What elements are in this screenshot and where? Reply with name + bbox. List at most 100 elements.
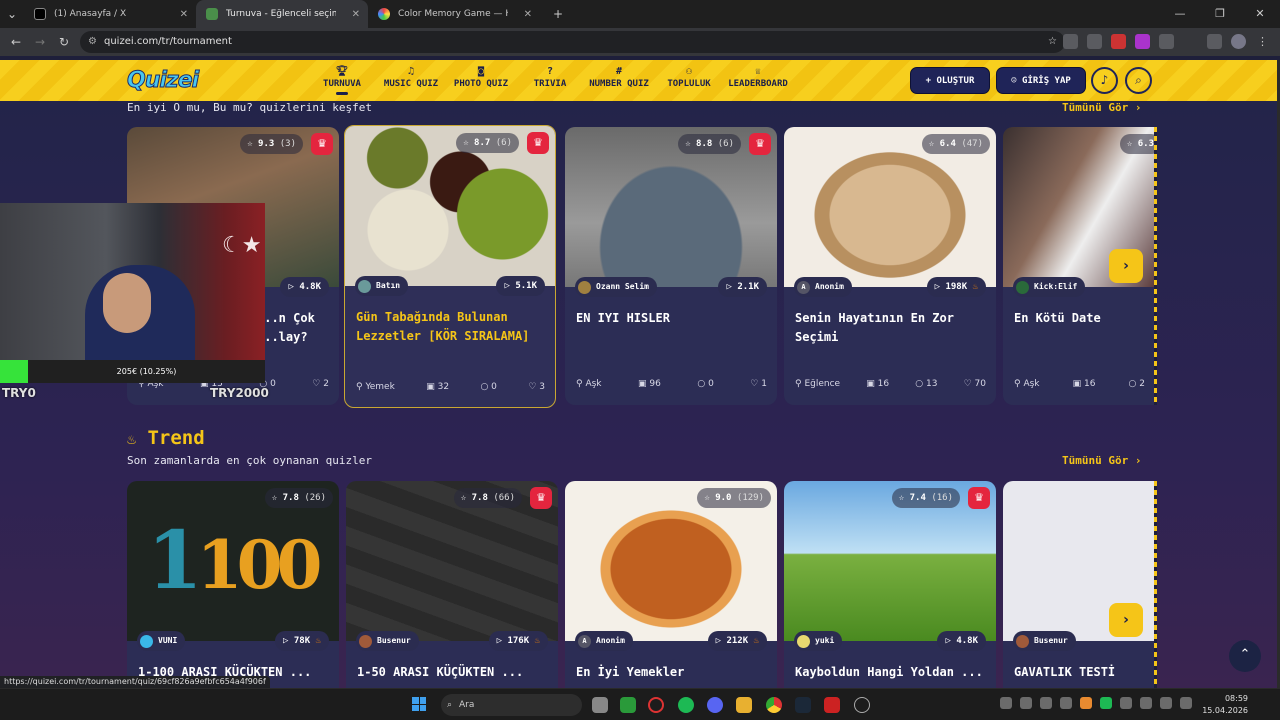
site-info-icon[interactable]: ⚙ bbox=[88, 31, 97, 53]
bookmark-star-icon[interactable]: ☆ bbox=[1048, 31, 1057, 53]
reading-list-icon[interactable] bbox=[1207, 34, 1222, 49]
taskbar-clock[interactable]: 08:59 15.04.2026 bbox=[1202, 693, 1248, 717]
nav-music-quiz[interactable]: ♫ MUSIC QUIZ bbox=[382, 66, 440, 89]
author-chip[interactable]: Kick:Elif bbox=[1013, 277, 1086, 297]
close-tab-icon[interactable]: ✕ bbox=[180, 9, 188, 20]
quiz-card[interactable]: ☆ 7.4 (16) ♛ yuki ▷ 4.8K Kayboldun Hangi… bbox=[784, 481, 996, 688]
volume-icon[interactable] bbox=[1180, 697, 1192, 709]
extension-icon[interactable] bbox=[1087, 34, 1102, 49]
nav-trivia[interactable]: ? TRIVIA bbox=[532, 66, 568, 89]
steam-icon[interactable] bbox=[795, 697, 811, 713]
author-chip[interactable]: Busenur bbox=[1013, 631, 1076, 651]
section2-see-all-link[interactable]: Tümünü Gör › bbox=[1062, 454, 1141, 467]
create-button[interactable]: + OLUŞTUR bbox=[910, 67, 990, 94]
tab-twitter[interactable]: (1) Anasayfa / X ✕ bbox=[24, 0, 196, 28]
new-tab-icon[interactable]: + bbox=[546, 7, 570, 21]
profile-avatar[interactable] bbox=[1231, 34, 1246, 49]
quiz-cover-image bbox=[345, 126, 555, 286]
quiz-card[interactable]: ☆ 7.8 (66) ♛ Busenur ▷ 176K ♨ 1-50 ARASI… bbox=[346, 481, 558, 688]
hash-icon: # bbox=[615, 66, 623, 77]
quiz-title: Kayboldun Hangi Yoldan ... bbox=[795, 665, 983, 679]
task-view-icon[interactable] bbox=[592, 697, 608, 713]
crown-icon[interactable]: ♛ bbox=[749, 133, 771, 155]
discord-icon[interactable] bbox=[707, 697, 723, 713]
quiz-card[interactable]: ☆ 9.0 (129) A Anonim ▷ 212K ♨ En İyi Yeme… bbox=[565, 481, 777, 688]
more-menu-icon[interactable]: ⋮ bbox=[1255, 34, 1270, 49]
reload-icon[interactable]: ↻ bbox=[52, 35, 76, 49]
carousel-next-button[interactable]: › bbox=[1109, 603, 1143, 637]
category-label: ⚲ Aşk bbox=[576, 379, 602, 389]
extension-icon[interactable] bbox=[1063, 34, 1078, 49]
close-window-icon[interactable]: ✕ bbox=[1240, 0, 1280, 28]
quiz-card-footer: ⚲ Aşk ▣ 96 ○ 0 ♡ 1 bbox=[576, 379, 767, 389]
file-explorer-icon[interactable] bbox=[736, 697, 752, 713]
maximize-icon[interactable]: ❐ bbox=[1200, 0, 1240, 28]
quiz-card[interactable]: ☆ 6.4 (47) A Anonim ▷ 198K ♨ Senin Hayatı… bbox=[784, 127, 996, 405]
category-label: ⚲ Eğlence bbox=[795, 379, 841, 389]
author-chip[interactable]: Ozann Selim bbox=[575, 277, 657, 297]
mic-icon[interactable] bbox=[1140, 697, 1152, 709]
tray-icon[interactable] bbox=[1080, 697, 1092, 709]
tab-list-icon[interactable]: ⌄ bbox=[0, 7, 24, 21]
tray-chevron-icon[interactable] bbox=[1000, 697, 1012, 709]
tab-color-memory[interactable]: Color Memory Game — How W ✕ bbox=[368, 0, 540, 28]
puzzle-icon[interactable] bbox=[1159, 34, 1174, 49]
crown-icon[interactable]: ♛ bbox=[311, 133, 333, 155]
nav-number-quiz[interactable]: # NUMBER QUIZ bbox=[587, 66, 651, 89]
quiz-cover-image bbox=[784, 481, 996, 641]
network-icon[interactable] bbox=[1160, 697, 1172, 709]
crown-icon[interactable]: ♛ bbox=[530, 487, 552, 509]
nav-leaderboard[interactable]: ♕ LEADERBOARD bbox=[726, 66, 790, 89]
taskbar-search[interactable]: ⌕ Ara bbox=[441, 694, 582, 716]
crown-icon[interactable]: ♛ bbox=[968, 487, 990, 509]
quiz-card[interactable]: ☆ 8.8 (6) ♛ Ozann Selim ▷ 2.1K EN IYI HI… bbox=[565, 127, 777, 405]
spotify-icon[interactable] bbox=[678, 697, 694, 713]
author-chip[interactable]: Busenur bbox=[356, 631, 419, 651]
fire-icon: ♨ bbox=[972, 282, 978, 292]
login-button[interactable]: ☺ GİRİŞ YAP bbox=[996, 67, 1086, 94]
url-input[interactable]: ⚙ quizei.com/tr/tournament ☆ bbox=[80, 31, 1065, 53]
back-icon[interactable]: ← bbox=[4, 35, 28, 49]
site-logo[interactable]: Quizei bbox=[126, 68, 199, 94]
rating-badge: ☆ 8.8 (6) bbox=[678, 134, 741, 154]
nav-topluluk[interactable]: ⚇ TOPLULUK bbox=[666, 66, 712, 89]
questions-count: ▣ 96 bbox=[638, 379, 661, 389]
quiz-card[interactable]: 1100 ☆ 7.8 (26) VUNI ▷ 78K ♨ 1-100 ARASI… bbox=[127, 481, 339, 688]
author-chip[interactable]: A Anonim bbox=[794, 277, 852, 297]
tray-icon[interactable] bbox=[1040, 697, 1052, 709]
author-chip[interactable]: yuki bbox=[794, 631, 843, 651]
quiz-card[interactable]: Busenur GAVATLIK TESTİ bbox=[1003, 481, 1155, 688]
app-icon[interactable] bbox=[620, 697, 636, 713]
section1-see-all-link[interactable]: Tümünü Gör › bbox=[1062, 101, 1141, 114]
tray-icon[interactable] bbox=[1020, 697, 1032, 709]
quiz-card-footer: ⚲ Aşk ▣ 16 ○ 2 bbox=[1014, 379, 1145, 389]
minimize-icon[interactable]: — bbox=[1160, 0, 1200, 28]
notification-bell-icon[interactable]: ♪ bbox=[1091, 67, 1118, 94]
author-chip[interactable]: VUNI bbox=[137, 631, 186, 651]
extension-icon[interactable] bbox=[1135, 34, 1150, 49]
tray-icon[interactable] bbox=[1100, 697, 1112, 709]
crown-icon[interactable]: ♛ bbox=[527, 132, 549, 154]
windows-start-icon[interactable] bbox=[412, 697, 426, 711]
quiz-card[interactable]: ☆ 8.7 (6) ♛ Batın ▷ 5.1K Gün Tabağında B… bbox=[344, 125, 556, 408]
search-icon[interactable]: ⌕ bbox=[1125, 67, 1152, 94]
nav-turnuva[interactable]: 🏆︎ TURNUVA bbox=[322, 66, 362, 95]
chrome-icon[interactable] bbox=[766, 697, 782, 713]
extension-icon[interactable] bbox=[1111, 34, 1126, 49]
author-chip[interactable]: Batın bbox=[355, 276, 409, 296]
close-tab-icon[interactable]: ✕ bbox=[352, 9, 360, 20]
close-tab-icon[interactable]: ✕ bbox=[524, 9, 532, 20]
tray-icon[interactable] bbox=[1120, 697, 1132, 709]
app-icon[interactable] bbox=[854, 697, 870, 713]
tab-turnuva[interactable]: Turnuva - Eğlenceli seçimler yap ✕ bbox=[196, 0, 368, 28]
carousel-next-button[interactable]: › bbox=[1109, 249, 1143, 283]
forward-icon[interactable]: → bbox=[28, 35, 52, 49]
tray-icon[interactable] bbox=[1060, 697, 1072, 709]
scroll-to-top-button[interactable]: ⌃ bbox=[1229, 640, 1261, 672]
author-chip[interactable]: A Anonim bbox=[575, 631, 633, 651]
app-icon[interactable] bbox=[824, 697, 840, 713]
nav-photo-quiz[interactable]: ◙ PHOTO QUIZ bbox=[452, 66, 510, 89]
questions-count: ▣ 16 bbox=[1072, 379, 1096, 389]
browser-tab-bar: ⌄ (1) Anasayfa / X ✕ Turnuva - Eğlenceli… bbox=[0, 0, 1280, 28]
opera-icon[interactable] bbox=[648, 697, 664, 713]
